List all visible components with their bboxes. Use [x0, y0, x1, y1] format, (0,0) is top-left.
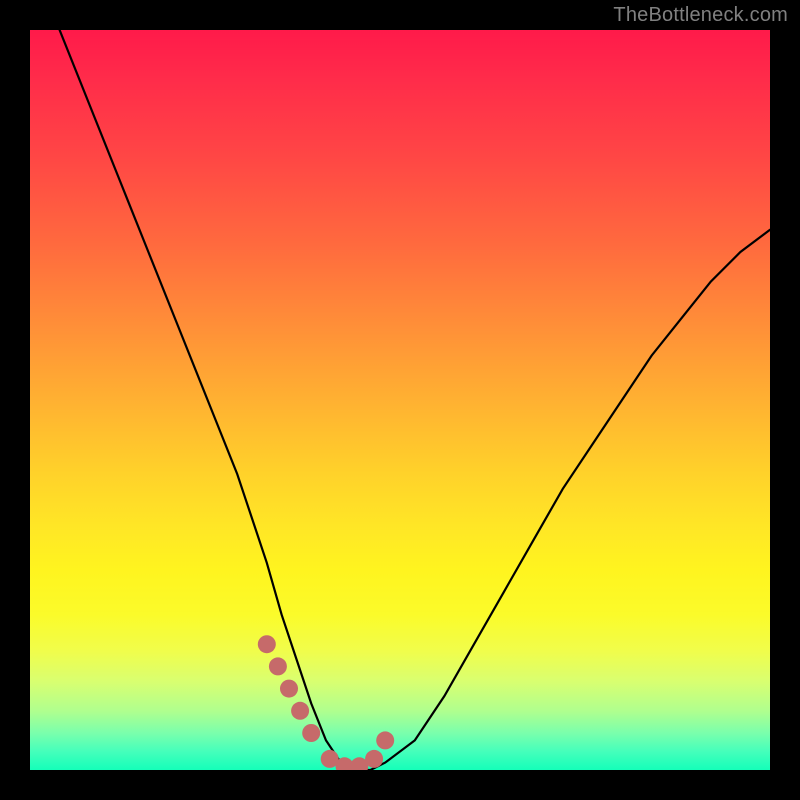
chart-frame: TheBottleneck.com [0, 0, 800, 800]
highlight-marker [269, 657, 287, 675]
plot-area [30, 30, 770, 770]
highlight-marker-group [258, 635, 394, 770]
bottleneck-curve-line [60, 30, 770, 770]
highlight-marker [280, 680, 298, 698]
plot-svg [30, 30, 770, 770]
watermark-text: TheBottleneck.com [613, 4, 788, 27]
highlight-marker [376, 731, 394, 749]
highlight-marker [291, 702, 309, 720]
highlight-marker [258, 635, 276, 653]
highlight-marker [302, 724, 320, 742]
highlight-marker [365, 750, 383, 768]
